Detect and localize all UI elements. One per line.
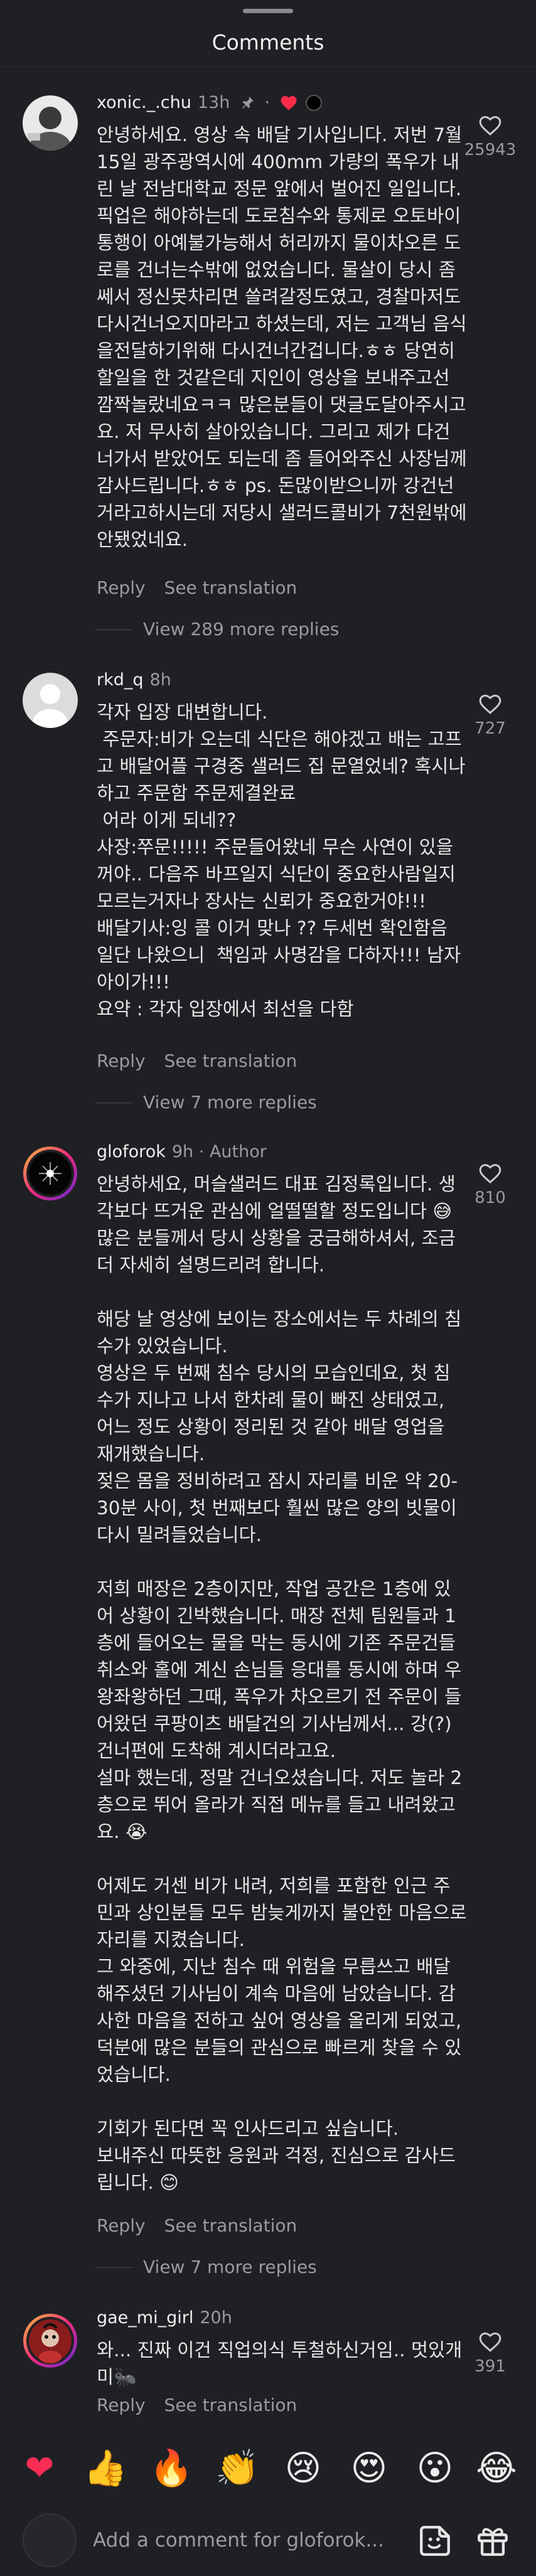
author-badge: Author	[209, 1142, 267, 1162]
timestamp: 8h	[149, 670, 171, 690]
like-count: 810	[474, 1189, 506, 1207]
comment-text: 와... 진짜 이건 직업의식 투철하신거임.. 멋있개미🐜	[97, 2339, 463, 2388]
comment-text: 안녕하세요, 머슬샐러드 대표 김정록입니다. 생각보다 뜨거운 관심에 얼떨떨…	[97, 1173, 467, 2193]
timestamp: 20h	[200, 2308, 232, 2327]
heart-outline-icon	[479, 694, 501, 715]
emoji-crying[interactable]: 😢	[279, 2444, 328, 2493]
view-more-replies[interactable]: View 7 more replies	[95, 2257, 317, 2277]
avatar[interactable]	[23, 673, 78, 728]
view-more-replies[interactable]: View 289 more replies	[95, 619, 339, 639]
comment-meta: xonic._.chu 13h ·	[97, 93, 323, 112]
like-count: 391	[474, 2357, 506, 2376]
drag-handle[interactable]	[243, 9, 293, 13]
see-translation-button[interactable]: See translation	[164, 2395, 297, 2415]
see-translation-button[interactable]: See translation	[164, 1050, 297, 1071]
see-translation-button[interactable]: See translation	[164, 2215, 297, 2236]
comment-actions: Reply See translation	[97, 2395, 297, 2415]
heart-icon	[281, 96, 297, 110]
emoji-heart[interactable]: ❤	[15, 2444, 64, 2493]
reply-button[interactable]: Reply	[97, 2215, 146, 2236]
emoji-laughing[interactable]: 😂	[472, 2444, 521, 2493]
timestamp: 13h	[197, 93, 230, 112]
comment-meta: gae_mi_girl 20h	[97, 2308, 232, 2327]
comment-text: 안녕하세요. 영상 속 배달 기사입니다. 저번 7월 15일 광주광역시에 4…	[97, 124, 473, 550]
avatar[interactable]	[23, 95, 78, 151]
reply-button[interactable]: Reply	[97, 1050, 146, 1071]
emoji-clap[interactable]: 👏	[213, 2444, 262, 2493]
heart-outline-icon	[479, 1163, 501, 1184]
like-count: 25943	[464, 141, 517, 159]
my-avatar	[23, 2513, 77, 2567]
emoji-fire[interactable]: 🔥	[147, 2444, 196, 2493]
creator-avatar-small	[306, 95, 323, 111]
username[interactable]: gae_mi_girl	[97, 2308, 193, 2327]
emoji-heart-eyes[interactable]: 😍	[345, 2444, 394, 2493]
sticker-icon[interactable]	[417, 2523, 453, 2559]
comment-actions: Reply See translation	[97, 1050, 297, 1071]
emoji-surprised[interactable]: 😮	[410, 2444, 459, 2493]
comment-meta: gloforok 9h · Author	[97, 1142, 267, 1162]
gift-icon[interactable]	[474, 2523, 511, 2559]
emoji-thumbs-up[interactable]: 👍	[81, 2444, 130, 2493]
comment-actions: Reply See translation	[97, 2215, 297, 2236]
username[interactable]: xonic._.chu	[97, 93, 191, 112]
comment-input-bar: Add a comment for gloforok...	[0, 2504, 536, 2576]
reply-button[interactable]: Reply	[97, 2395, 146, 2415]
view-more-replies[interactable]: View 7 more replies	[95, 1092, 317, 1113]
like-button[interactable]: 391	[456, 2329, 525, 2376]
comment-meta: rkd_q 8h	[97, 670, 171, 690]
like-button[interactable]: 727	[456, 692, 525, 738]
comments-title: Comments	[212, 30, 324, 55]
avatar[interactable]	[23, 1146, 78, 1201]
see-translation-button[interactable]: See translation	[164, 577, 297, 598]
heart-outline-icon	[479, 2332, 501, 2353]
like-button[interactable]: 810	[456, 1161, 525, 1207]
emoji-reaction-bar: ❤ 👍 🔥 👏 😢 😍 😮 😂	[0, 2444, 536, 2494]
avatar[interactable]	[23, 2313, 78, 2368]
comment-input[interactable]: Add a comment for gloforok...	[93, 2521, 407, 2559]
username[interactable]: gloforok	[97, 1142, 166, 1162]
like-button[interactable]: 25943	[456, 113, 525, 159]
username[interactable]: rkd_q	[97, 670, 144, 690]
pin-icon	[242, 97, 254, 109]
comment-actions: Reply See translation	[97, 577, 297, 598]
heart-outline-icon	[479, 115, 501, 136]
timestamp: 9h	[171, 1142, 194, 1162]
like-count: 727	[474, 719, 506, 738]
reply-button[interactable]: Reply	[97, 577, 146, 598]
comment-text: 각자 입장 대변합니다. 주문자:비가 오는데 식단은 해야겠고 배는 고프고 …	[97, 702, 466, 1020]
